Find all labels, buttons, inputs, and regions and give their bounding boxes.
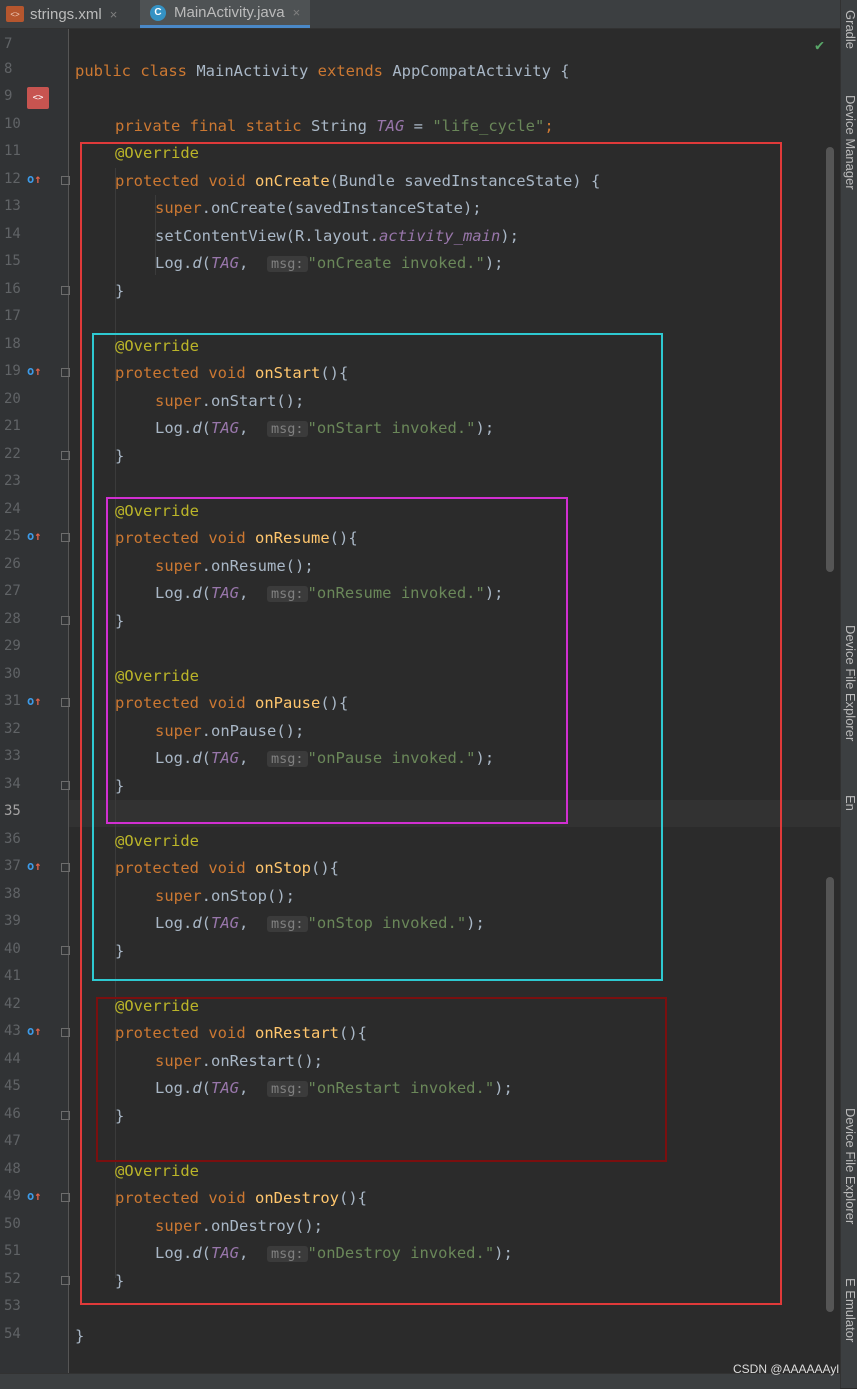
line-number: 26 bbox=[4, 556, 21, 572]
tool-gradle[interactable]: Gradle bbox=[843, 10, 857, 49]
fold-marker-icon[interactable] bbox=[61, 1028, 70, 1037]
line-number: 50 bbox=[4, 1216, 21, 1232]
line-number: 24 bbox=[4, 501, 21, 517]
line-number: 47 bbox=[4, 1133, 21, 1149]
line-number: 8 bbox=[4, 61, 13, 77]
tab-main-activity-java[interactable]: C MainActivity.java × bbox=[140, 0, 311, 28]
tool-device-file-explorer[interactable]: Device File Explorer bbox=[843, 625, 857, 741]
tool-device-manager[interactable]: Device Manager bbox=[843, 95, 857, 190]
fold-marker-icon[interactable] bbox=[61, 1193, 70, 1202]
line-number: 15 bbox=[4, 253, 21, 269]
code-line: } bbox=[75, 1327, 85, 1345]
line-number: 7 bbox=[4, 36, 13, 52]
line-number: 38 bbox=[4, 886, 21, 902]
line-number: 36 bbox=[4, 831, 21, 847]
watermark: CSDN @AAAAAAyl bbox=[733, 1362, 839, 1376]
code-line: public class MainActivity extends AppCom… bbox=[75, 62, 570, 80]
override-icon[interactable]: o↑ bbox=[27, 859, 41, 873]
line-number: 40 bbox=[4, 941, 21, 957]
override-icon[interactable]: o↑ bbox=[27, 1024, 41, 1038]
line-number: 30 bbox=[4, 666, 21, 682]
xml-file-icon: <> bbox=[6, 6, 24, 22]
fold-marker-icon[interactable] bbox=[61, 863, 70, 872]
bottom-tool-strip bbox=[0, 1373, 840, 1389]
close-icon[interactable]: × bbox=[293, 5, 301, 20]
line-number: 29 bbox=[4, 638, 21, 654]
fold-marker-icon[interactable] bbox=[61, 698, 70, 707]
tool-emulator[interactable]: E Emulator bbox=[843, 1278, 857, 1342]
line-number: 53 bbox=[4, 1298, 21, 1314]
line-number: 51 bbox=[4, 1243, 21, 1259]
line-number: 16 bbox=[4, 281, 21, 297]
fold-marker-icon[interactable] bbox=[61, 781, 70, 790]
line-number: 31 bbox=[4, 693, 21, 709]
line-number: 19 bbox=[4, 363, 21, 379]
line-number: 22 bbox=[4, 446, 21, 462]
line-number: 37 bbox=[4, 858, 21, 874]
code-line: private final static String TAG = "life_… bbox=[115, 117, 554, 135]
line-number: 52 bbox=[4, 1271, 21, 1287]
scrollbar-track[interactable] bbox=[826, 147, 834, 572]
implementation-icon[interactable]: <> bbox=[27, 87, 49, 109]
line-number: 34 bbox=[4, 776, 21, 792]
fold-marker-icon[interactable] bbox=[61, 368, 70, 377]
line-number: 10 bbox=[4, 116, 21, 132]
line-number: 54 bbox=[4, 1326, 21, 1342]
line-number: 41 bbox=[4, 968, 21, 984]
line-number: 28 bbox=[4, 611, 21, 627]
line-number: 14 bbox=[4, 226, 21, 242]
line-number: 25 bbox=[4, 528, 21, 544]
line-number: 11 bbox=[4, 143, 21, 159]
line-number: 27 bbox=[4, 583, 21, 599]
line-number: 44 bbox=[4, 1051, 21, 1067]
line-number: 12 bbox=[4, 171, 21, 187]
tool-device-file-explorer[interactable]: Device File Explorer bbox=[843, 1108, 857, 1224]
fold-marker-icon[interactable] bbox=[61, 1111, 70, 1120]
line-number: 39 bbox=[4, 913, 21, 929]
fold-marker-icon[interactable] bbox=[61, 451, 70, 460]
override-icon[interactable]: o↑ bbox=[27, 172, 41, 186]
line-number: 17 bbox=[4, 308, 21, 324]
line-number: 20 bbox=[4, 391, 21, 407]
line-number: 33 bbox=[4, 748, 21, 764]
line-number: 48 bbox=[4, 1161, 21, 1177]
fold-marker-icon[interactable] bbox=[61, 616, 70, 625]
override-icon[interactable]: o↑ bbox=[27, 364, 41, 378]
editor-tab-bar: <> strings.xml × C MainActivity.java × bbox=[0, 0, 840, 29]
line-number: 35 bbox=[4, 803, 21, 819]
darkred-highlight-box bbox=[96, 997, 667, 1162]
line-number: 45 bbox=[4, 1078, 21, 1094]
fold-marker-icon[interactable] bbox=[61, 533, 70, 542]
magenta-highlight-box bbox=[106, 497, 568, 824]
tab-label: MainActivity.java bbox=[174, 4, 285, 21]
editor-gutter: <> 7 8 9 10 11 12 13 14 15 16 17 18 19 20 21 22 23 24 25 26… bbox=[0, 29, 70, 1373]
java-class-icon: C bbox=[150, 4, 166, 21]
tool-emulator[interactable]: En bbox=[843, 795, 857, 811]
fold-marker-icon[interactable] bbox=[61, 286, 70, 295]
checkmark-icon: ✔ bbox=[815, 36, 825, 54]
line-number: 18 bbox=[4, 336, 21, 352]
line-number: 23 bbox=[4, 473, 21, 489]
line-number: 42 bbox=[4, 996, 21, 1012]
override-icon[interactable]: o↑ bbox=[27, 529, 41, 543]
line-number: 46 bbox=[4, 1106, 21, 1122]
line-number: 13 bbox=[4, 198, 21, 214]
fold-marker-icon[interactable] bbox=[61, 946, 70, 955]
close-icon[interactable]: × bbox=[110, 7, 118, 22]
line-number: 9 bbox=[4, 88, 13, 104]
tab-strings-xml[interactable]: <> strings.xml × bbox=[6, 0, 117, 28]
line-number: 32 bbox=[4, 721, 21, 737]
fold-marker-icon[interactable] bbox=[61, 176, 70, 185]
line-number: 43 bbox=[4, 1023, 21, 1039]
fold-marker-icon[interactable] bbox=[61, 1276, 70, 1285]
line-number: 21 bbox=[4, 418, 21, 434]
right-tool-strip: Gradle Device Manager Device File Explor… bbox=[840, 0, 857, 1388]
line-number: 49 bbox=[4, 1188, 21, 1204]
override-icon[interactable]: o↑ bbox=[27, 694, 41, 708]
scrollbar-track[interactable] bbox=[826, 877, 834, 1312]
override-icon[interactable]: o↑ bbox=[27, 1189, 41, 1203]
tab-label: strings.xml bbox=[30, 5, 102, 23]
